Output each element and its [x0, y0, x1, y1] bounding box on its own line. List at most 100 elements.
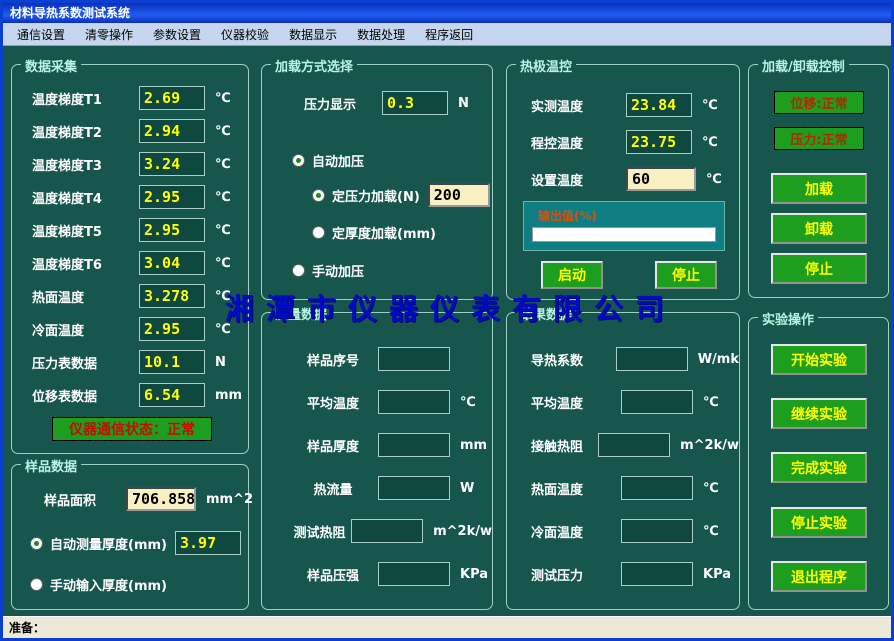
data-row-t1: 温度梯度T1 2.69 ℃ [32, 86, 248, 110]
program-temp-field: 23.75 [626, 130, 692, 154]
menu-instrument-cal[interactable]: 仪器校验 [211, 23, 279, 46]
manual-pressurize-label: 手动加压 [312, 261, 364, 280]
result-avg-temp-field [621, 390, 693, 414]
panel-load-control-title: 加载/卸载控制 [758, 56, 849, 75]
field-label: 热面温度 [32, 287, 139, 306]
field-unit: ℃ [215, 157, 231, 172]
field-label: 导热系数 [531, 350, 616, 369]
sample-pressure-field [378, 562, 450, 586]
measure-row-thermal-resistance: 测试热阻 m^2k/w [288, 519, 492, 543]
menu-param-settings[interactable]: 参数设置 [143, 23, 211, 46]
field-unit: mm [460, 438, 487, 453]
finish-experiment-button[interactable]: 完成实验 [771, 452, 867, 483]
auto-pressurize-option[interactable]: 自动加压 [292, 151, 364, 170]
field-unit: W [460, 481, 474, 496]
set-temp-label: 设置温度 [531, 170, 626, 189]
app-window: 材料导热系数测试系统 通信设置 清零操作 参数设置 仪器校验 数据显示 数据处理… [0, 0, 894, 641]
const-pressure-radio[interactable] [312, 189, 325, 202]
field-label: 温度梯度T6 [32, 254, 139, 273]
data-row-displacement-gauge: 位移表数据 6.54 mm [32, 383, 248, 407]
start-heating-button[interactable]: 启动 [541, 261, 603, 289]
stop-heating-button[interactable]: 停止 [655, 261, 717, 289]
sample-area-input[interactable]: 706.858 [126, 487, 196, 511]
status-text: 准备： [9, 621, 45, 635]
measure-row-sample-no: 样品序号 [288, 347, 492, 371]
measured-temp-label: 实测温度 [531, 96, 626, 115]
auto-thickness-option[interactable]: 自动测量厚度(mm) 3.97 [30, 531, 241, 555]
field-label: 热流量 [288, 479, 378, 498]
pressure-display-unit: N [458, 96, 469, 111]
stop-load-button[interactable]: 停止 [771, 253, 867, 284]
const-thickness-option[interactable]: 定厚度加载(mm) [312, 223, 436, 242]
panel-load-control: 加载/卸载控制 位移:正常 压力:正常 加载 卸载 停止 [748, 64, 889, 298]
panel-measurement-title: 测量数据 [271, 304, 331, 323]
field-unit: ℃ [215, 289, 231, 304]
comm-status-indicator: 仪器通信状态：正常 [52, 417, 212, 441]
field-unit: ℃ [460, 395, 476, 410]
measured-temp-unit: ℃ [702, 98, 718, 113]
menu-bar: 通信设置 清零操作 参数设置 仪器校验 数据显示 数据处理 程序返回 [3, 23, 891, 46]
field-label: 冷面温度 [531, 522, 621, 541]
auto-thickness-radio[interactable] [30, 537, 43, 550]
menu-data-display[interactable]: 数据显示 [279, 23, 347, 46]
const-thickness-label: 定厚度加载(mm) [332, 223, 436, 242]
load-button[interactable]: 加载 [771, 173, 867, 204]
data-row-cold-face: 冷面温度 2.95 ℃ [32, 317, 248, 341]
const-thickness-radio[interactable] [312, 226, 325, 239]
set-temp-input[interactable]: 60 [626, 167, 696, 191]
sample-area-label: 样品面积 [44, 490, 126, 509]
panel-hot-pole-title: 热极温控 [516, 56, 576, 75]
panel-hot-pole-control: 热极温控 实测温度 23.84 ℃ 程控温度 23.75 ℃ 设置温度 60 ℃… [506, 64, 740, 300]
menu-data-processing[interactable]: 数据处理 [347, 23, 415, 46]
heat-flow-field [378, 476, 450, 500]
field-label: 温度梯度T5 [32, 221, 139, 240]
data-row-t3: 温度梯度T3 3.24 ℃ [32, 152, 248, 176]
const-pressure-input[interactable]: 200 [428, 183, 490, 207]
pressure-display-row: 压力显示 0.3 N [304, 91, 469, 115]
manual-pressurize-radio[interactable] [292, 264, 305, 277]
field-label: 样品厚度 [288, 436, 378, 455]
start-experiment-button[interactable]: 开始实验 [771, 344, 867, 375]
t1-value-field: 2.69 [139, 86, 205, 110]
auto-pressurize-radio[interactable] [292, 154, 305, 167]
field-label: 测试压力 [531, 565, 621, 584]
measured-temp-field: 23.84 [626, 93, 692, 117]
field-unit: ℃ [215, 190, 231, 205]
stop-experiment-button[interactable]: 停止实验 [771, 507, 867, 538]
field-label: 温度梯度T2 [32, 122, 139, 141]
data-row-pressure-gauge: 压力表数据 10.1 N [32, 350, 248, 374]
menu-zero-operation[interactable]: 清零操作 [75, 23, 143, 46]
test-resistance-field [351, 519, 423, 543]
menu-program-return[interactable]: 程序返回 [415, 23, 483, 46]
result-row-test-pressure: 测试压力 KPa [531, 562, 739, 586]
result-row-avg-temp: 平均温度 ℃ [531, 390, 739, 414]
field-unit: ℃ [703, 481, 719, 496]
field-unit: ℃ [703, 524, 719, 539]
status-bar: 准备： [3, 616, 891, 638]
sample-no-field [378, 347, 450, 371]
sample-thickness-field [378, 433, 450, 457]
result-hot-face-field [621, 476, 693, 500]
exit-program-button[interactable]: 退出程序 [771, 561, 867, 592]
const-pressure-option[interactable]: 定压力加载(N) 200 [312, 183, 490, 207]
field-unit: ℃ [215, 223, 231, 238]
continue-experiment-button[interactable]: 继续实验 [771, 398, 867, 429]
manual-thickness-radio[interactable] [30, 578, 43, 591]
panel-loading-mode-title: 加载方式选择 [271, 56, 357, 75]
displacement-gauge-value-field: 6.54 [139, 383, 205, 407]
unload-button[interactable]: 卸载 [771, 213, 867, 244]
auto-thickness-label: 自动测量厚度(mm) [50, 534, 167, 553]
menu-comm-settings[interactable]: 通信设置 [7, 23, 75, 46]
panel-loading-mode: 加载方式选择 压力显示 0.3 N 自动加压 定压力加载(N) 200 定厚度加… [261, 64, 493, 300]
t6-value-field: 3.04 [139, 251, 205, 275]
panel-experiment: 实验操作 开始实验 继续实验 完成实验 停止实验 退出程序 [748, 317, 889, 610]
manual-pressurize-option[interactable]: 手动加压 [292, 261, 364, 280]
output-progress-bar [532, 227, 716, 242]
contact-resistance-field [598, 433, 670, 457]
data-row-t2: 温度梯度T2 2.94 ℃ [32, 119, 248, 143]
avg-temp-field [378, 390, 450, 414]
manual-thickness-option[interactable]: 手动输入厚度(mm) [30, 575, 167, 594]
data-row-hot-face: 热面温度 3.278 ℃ [32, 284, 248, 308]
panel-sample-data-title: 样品数据 [21, 456, 81, 475]
field-unit: ℃ [703, 395, 719, 410]
